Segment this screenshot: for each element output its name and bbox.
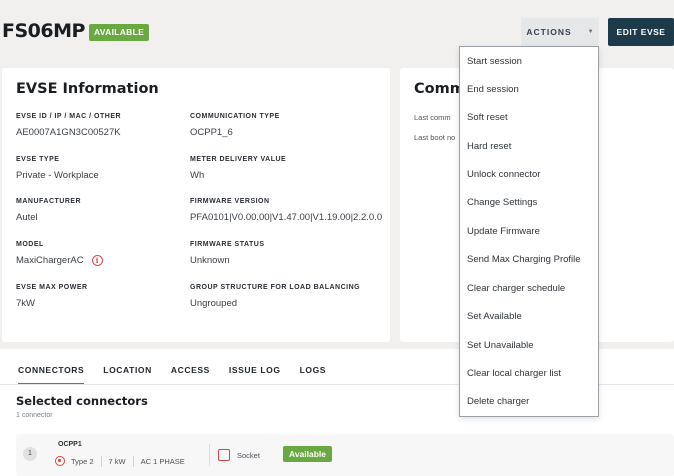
field-label: MANUFACTURER xyxy=(16,198,82,205)
field-label: FIRMWARE STATUS xyxy=(190,241,265,248)
connector-row[interactable]: 1 OCPP1 Type 2 7 kW AC 1 PHASE Socket Av… xyxy=(16,434,674,476)
field-evse-id: EVSE ID / IP / MAC / OTHER AE0007A1GN3C0… xyxy=(16,113,121,138)
connector-type: Type 2 xyxy=(71,456,94,466)
field-label: MODEL xyxy=(16,241,44,248)
field-value: 7kW xyxy=(16,298,35,309)
menu-item-clear-charger-schedule[interactable]: Clear charger schedule xyxy=(460,282,598,296)
tab-issue-log[interactable]: ISSUE LOG xyxy=(229,365,281,385)
field-value: Unknown xyxy=(190,255,230,266)
field-evse-type: EVSE TYPE Private - Workplace xyxy=(16,156,99,181)
connector-name: OCPP1 xyxy=(58,441,82,448)
field-label: METER DELIVERY VALUE xyxy=(190,156,287,163)
menu-item-set-unavailable[interactable]: Set Unavailable xyxy=(460,339,598,353)
field-manufacturer: MANUFACTURER Autel xyxy=(16,198,81,223)
evse-information-card: EVSE Information EVSE ID / IP / MAC / OT… xyxy=(2,68,390,342)
separator xyxy=(132,455,134,467)
field-value: Ungrouped xyxy=(190,298,238,309)
field-communication-type: COMMUNICATION TYPE OCPP1_6 xyxy=(190,113,280,138)
menu-item-end-session[interactable]: End session xyxy=(460,83,598,97)
field-value: MaxiChargerAC i xyxy=(16,255,103,266)
field-label: EVSE MAX POWER xyxy=(16,284,88,291)
type2-plug-icon xyxy=(55,456,65,466)
connector-number: 1 xyxy=(23,447,37,461)
last-communication-label: Last comm xyxy=(414,113,451,122)
field-model: MODEL MaxiChargerAC i xyxy=(16,241,103,266)
card-title: Comm xyxy=(414,81,465,97)
menu-item-unlock-connector[interactable]: Unlock connector xyxy=(460,168,598,182)
connector-status-badge: Available xyxy=(283,446,333,462)
menu-item-clear-local-charger-list[interactable]: Clear local charger list xyxy=(460,367,598,381)
tab-access[interactable]: ACCESS xyxy=(171,365,210,385)
status-badge: AVAILABLE xyxy=(89,24,150,41)
field-value: Private - Workplace xyxy=(16,170,99,181)
info-icon[interactable]: i xyxy=(91,255,103,266)
edit-evse-button[interactable]: EDIT EVSE xyxy=(608,18,674,46)
tab-logs[interactable]: LOGS xyxy=(300,365,327,385)
field-firmware-status: FIRMWARE STATUS Unknown xyxy=(190,241,265,266)
menu-item-start-session[interactable]: Start session xyxy=(460,55,598,69)
menu-item-hard-reset[interactable]: Hard reset xyxy=(460,140,598,154)
field-value: Autel xyxy=(16,212,38,223)
caret-down-icon: ▼ xyxy=(587,29,594,35)
actions-button-label: ACTIONS xyxy=(526,27,572,37)
separator xyxy=(100,455,102,467)
section-title: Selected connectors xyxy=(16,394,148,408)
field-label: COMMUNICATION TYPE xyxy=(190,113,280,120)
connector-details: Type 2 7 kW AC 1 PHASE xyxy=(55,454,185,468)
menu-item-set-available[interactable]: Set Available xyxy=(460,310,598,324)
field-value: PFA0101|V0.00.00|V1.47.00|V1.19.00|2.2.0… xyxy=(190,212,383,223)
connector-power: 7 kW xyxy=(108,456,126,466)
connector-count: 1 connector xyxy=(16,412,53,419)
connector-format: Socket xyxy=(237,451,260,460)
field-firmware-version: FIRMWARE VERSION PFA0101|V0.00.00|V1.47.… xyxy=(190,198,382,223)
menu-item-update-firmware[interactable]: Update Firmware xyxy=(460,225,598,239)
menu-item-delete-charger[interactable]: Delete charger xyxy=(460,395,598,409)
last-boot-label: Last boot no xyxy=(414,133,456,142)
field-label: EVSE TYPE xyxy=(16,156,60,163)
menu-item-soft-reset[interactable]: Soft reset xyxy=(460,111,598,125)
tab-connectors[interactable]: CONNECTORS xyxy=(18,365,85,385)
actions-dropdown-menu: Start session End session Soft reset Har… xyxy=(459,46,599,417)
field-meter-delivery: METER DELIVERY VALUE Wh xyxy=(190,156,286,181)
card-title: EVSE Information xyxy=(16,81,159,97)
tab-location[interactable]: LOCATION xyxy=(103,365,152,385)
field-label: FIRMWARE VERSION xyxy=(190,198,270,205)
menu-item-change-settings[interactable]: Change Settings xyxy=(460,196,598,210)
tab-bar: CONNECTORS LOCATION ACCESS ISSUE LOG LOG… xyxy=(18,365,326,385)
menu-item-send-max-charging-profile[interactable]: Send Max Charging Profile xyxy=(460,253,598,267)
socket-icon xyxy=(218,449,230,461)
field-value: Wh xyxy=(190,170,205,181)
field-label: EVSE ID / IP / MAC / OTHER xyxy=(16,113,122,120)
field-evse-max-power: EVSE MAX POWER 7kW xyxy=(16,284,88,309)
field-value: AE0007A1GN3C00527K xyxy=(16,127,121,138)
page-title: FS06MP xyxy=(2,20,85,42)
actions-button[interactable]: ACTIONS ▼ xyxy=(521,18,599,46)
field-label: GROUP STRUCTURE FOR LOAD BALANCING xyxy=(190,284,361,291)
separator xyxy=(209,444,210,466)
connector-phase: AC 1 PHASE xyxy=(140,456,185,466)
field-value: OCPP1_6 xyxy=(190,127,233,138)
field-group-structure: GROUP STRUCTURE FOR LOAD BALANCING Ungro… xyxy=(190,284,360,309)
